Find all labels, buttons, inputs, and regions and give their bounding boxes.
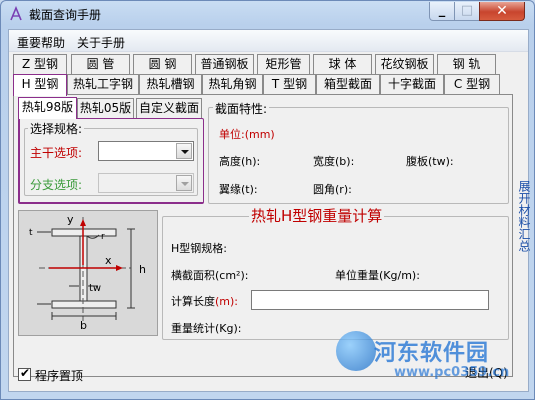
main-option-select[interactable] [98, 141, 194, 161]
chevron-down-icon [176, 175, 192, 191]
h-section-drawing: y x h b tw t r [19, 211, 157, 335]
unit-label: 单位:(mm) [219, 128, 275, 141]
dim-b-label: b [80, 319, 87, 332]
branch-option-label: 分支选项: [30, 178, 83, 192]
app-window: 截面查询手册 _ □ ✕ 重要帮助 关于手册 Z 型钢 圆 管 圆 钢 普通钢板… [0, 0, 535, 400]
tab-c-steel[interactable]: C 型钢 [444, 74, 500, 95]
topmost-label: 程序置顶 [35, 369, 84, 383]
menu-about[interactable]: 关于手册 [77, 34, 125, 51]
dim-h-label: h [139, 263, 146, 276]
tab-cross-section[interactable]: 十字截面 [380, 74, 444, 95]
tab-h-steel[interactable]: H 型钢 [13, 74, 67, 96]
tab-round-pipe[interactable]: 圆 管 [71, 54, 130, 75]
close-button[interactable]: ✕ [479, 2, 525, 21]
dim-t-label: t [29, 228, 33, 238]
expand-summary-link[interactable]: 展开材料汇总 [517, 180, 531, 252]
chevron-down-icon [176, 143, 192, 159]
window-title: 截面查询手册 [29, 8, 102, 22]
fillet-label: 圆角(r): [313, 183, 352, 196]
subtab-hot-98[interactable]: 热轧98版 [18, 97, 77, 119]
branch-option-select[interactable] [98, 173, 194, 193]
watermark: 河东软件园 www.pc0359.cn [336, 331, 531, 391]
maximize-icon: □ [460, 3, 474, 18]
topmost-checkbox[interactable] [18, 366, 31, 381]
spec-group-title: 选择规格: [28, 120, 85, 137]
weight-calc-group: 热轧H型钢重量计算 H型钢规格: 横截面积(cm²): 单位重量(Kg/m): … [162, 205, 509, 340]
subtab-hot-05[interactable]: 热轧05版 [77, 98, 134, 119]
watermark-name: 河东软件园 [374, 341, 490, 366]
tab-i-beam[interactable]: 热轧工字钢 [67, 74, 139, 95]
tab-sphere[interactable]: 球 体 [313, 54, 372, 75]
tab-angle[interactable]: 热轧角钢 [202, 74, 263, 95]
watermark-url: www.pc0359.cn [394, 365, 510, 380]
tab-channel[interactable]: 热轧槽钢 [139, 74, 202, 95]
tab-checker-plate[interactable]: 花纹钢板 [375, 54, 434, 75]
section-properties-group: 截面特性: 单位:(mm) 高度(h): 宽度(b): 腹板(tw): 翼缘(t… [208, 100, 509, 204]
dim-tw-label: tw [89, 283, 101, 294]
title-bar: 截面查询手册 _ □ ✕ [1, 1, 534, 27]
dim-r-label: r [101, 232, 105, 242]
length-input[interactable] [251, 290, 489, 310]
length-label: 计算长度(m): [171, 295, 239, 308]
menu-help[interactable]: 重要帮助 [17, 34, 65, 51]
spec-label: H型钢规格: [171, 242, 227, 255]
h-section-diagram: y x h b tw t r [18, 210, 158, 336]
tab-rect-tube[interactable]: 矩形管 [257, 54, 310, 75]
app-icon [10, 6, 22, 21]
flange-label: 翼缘(t): [219, 183, 258, 196]
height-label: 高度(h): [219, 155, 261, 168]
axis-y-label: y [67, 213, 74, 226]
tab-t-steel[interactable]: T 型钢 [263, 74, 316, 95]
axis-x-label: x [105, 254, 112, 267]
tab-plain-plate[interactable]: 普通钢板 [195, 54, 254, 75]
area-label: 横截面积(cm²): [171, 269, 249, 282]
spec-select-panel: 选择规格: 主干选项: 分支选项: [18, 118, 204, 204]
tab-rail[interactable]: 钢 轨 [437, 54, 496, 75]
minimize-icon: _ [438, 3, 446, 18]
tab-round-bar[interactable]: 圆 钢 [133, 54, 192, 75]
properties-title: 截面特性: [213, 100, 270, 117]
subtab-custom[interactable]: 自定义截面 [136, 98, 202, 119]
tab-box-section[interactable]: 箱型截面 [316, 74, 380, 95]
watermark-logo-icon [336, 331, 376, 371]
total-weight-label: 重量统计(Kg): [171, 322, 242, 335]
menu-bar: 重要帮助 关于手册 [9, 30, 528, 52]
tab-z-steel[interactable]: Z 型钢 [13, 54, 67, 75]
width-label: 宽度(b): [313, 155, 355, 168]
minimize-button[interactable]: _ [429, 2, 455, 21]
unit-weight-label: 单位重量(Kg/m): [335, 269, 420, 282]
main-option-label: 主干选项: [30, 146, 83, 160]
maximize-button[interactable]: □ [454, 2, 480, 21]
close-icon: ✕ [496, 3, 508, 19]
web-label: 腹板(tw): [406, 155, 454, 168]
weight-calc-heading: 热轧H型钢重量计算 [249, 205, 385, 226]
